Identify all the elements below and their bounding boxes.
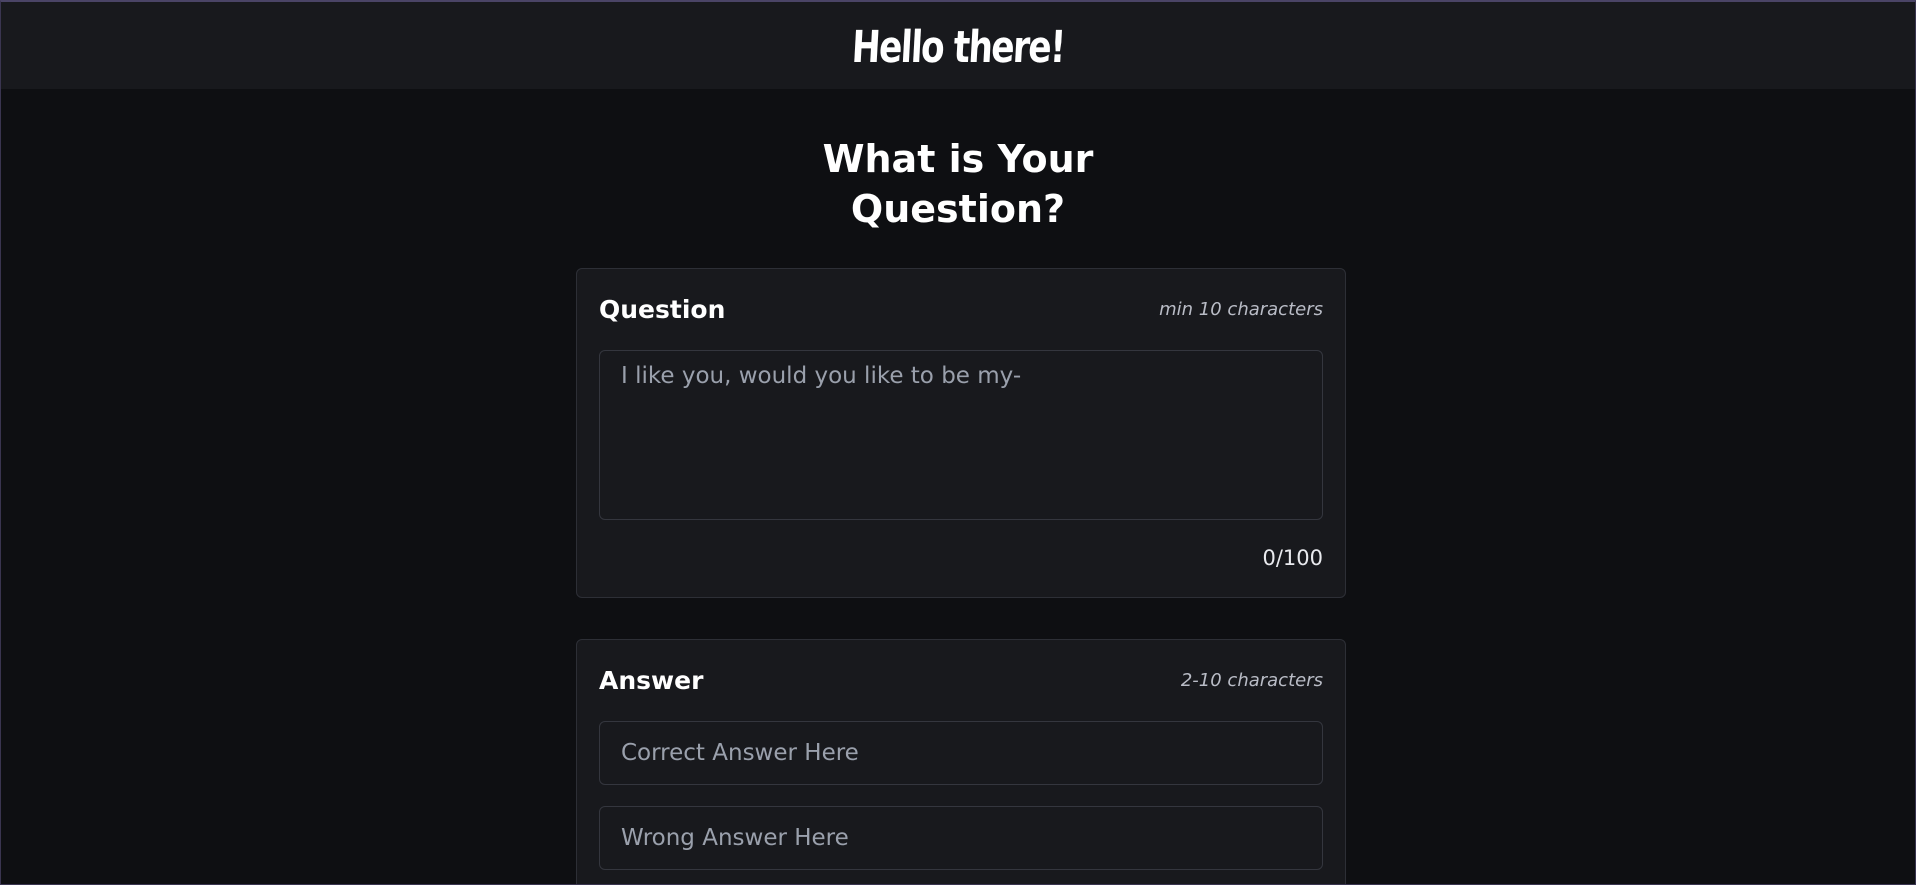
page-title-line-1: What is Your [822, 137, 1094, 181]
question-textarea[interactable] [599, 350, 1323, 520]
answer-label: Answer [599, 665, 704, 695]
answer-hint: 2-10 characters [1180, 669, 1323, 691]
brand-logo[interactable]: Hello there! [850, 22, 1065, 73]
answer-card-header: Answer 2-10 characters [599, 662, 1323, 698]
question-label: Question [599, 294, 726, 324]
top-bar: Hello there! [1, 2, 1915, 89]
character-counter: 0/100 [1262, 546, 1323, 570]
answer-card: Answer 2-10 characters [576, 639, 1346, 884]
page-title: What is Your Question? [1, 134, 1915, 234]
question-hint: min 10 characters [1159, 298, 1323, 320]
app-window: Hello there! What is Your Question? Ques… [0, 0, 1916, 885]
page-title-line-2: Question? [850, 187, 1066, 231]
question-card-header: Question min 10 characters [599, 291, 1323, 327]
correct-answer-input[interactable] [599, 721, 1323, 785]
question-card: Question min 10 characters 0/100 [576, 268, 1346, 598]
wrong-answer-input[interactable] [599, 806, 1323, 870]
